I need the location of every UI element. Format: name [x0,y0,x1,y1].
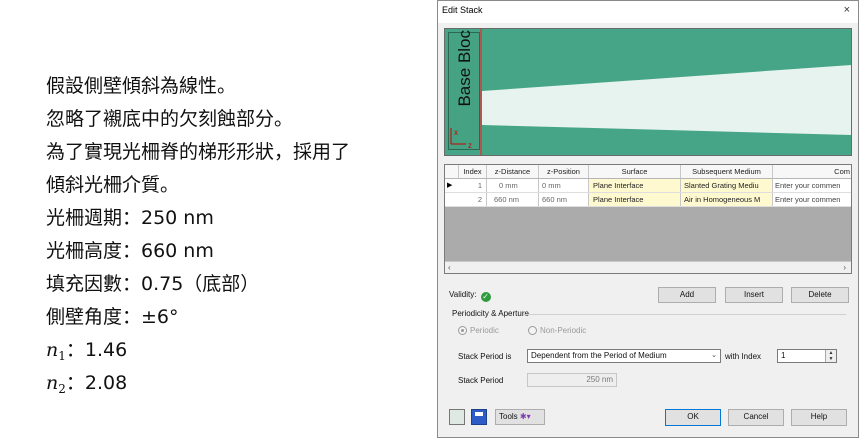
cell-index[interactable]: 1 [459,179,487,192]
group-divider [524,314,846,315]
header-comment[interactable]: Com [773,165,851,178]
chevron-down-icon: ⌄ [711,352,717,359]
cell-surface[interactable]: Plane Interface [589,179,681,192]
horizontal-scrollbar[interactable]: ‹ › [445,261,851,273]
close-icon[interactable]: × [844,4,850,16]
stepper-arrows-icon[interactable]: ▲ ▼ [825,350,836,362]
with-index-stepper[interactable]: 1 ▲ ▼ [777,349,837,363]
with-index-label: with Index [725,352,762,361]
n1-subscript: 1 [58,349,66,363]
text-line: 光柵高度：660 nm [46,240,214,262]
stack-preview: Base Block x z [444,28,852,156]
header-subsequent-medium[interactable]: Subsequent Medium [681,165,773,178]
tools-dropdown[interactable]: Tools ✱▾ [495,409,545,425]
title-bar[interactable]: Edit Stack × [438,1,858,23]
table-row[interactable]: ▶ 1 0 mm 0 mm Plane Interface Slanted Gr… [445,179,851,193]
with-index-value: 1 [781,351,786,360]
periodicity-group-title: Periodicity & Aperture [452,309,529,318]
description-text: 假設側壁傾斜為線性。 忽略了襯底中的欠刻蝕部分。 為了實現光柵脊的梯形形狀，採用… [46,70,426,400]
n1-value: ：1.46 [65,339,128,361]
validity-label: Validity: [449,290,477,299]
header-surface[interactable]: Surface [589,165,681,178]
validity-indicator: Validity: ✓ [449,290,491,302]
text-line: 填充因數：0.75（底部） [46,273,260,295]
stack-table: Index z-Distance z-Position Surface Subs… [444,164,852,274]
header-index[interactable]: Index [459,165,487,178]
text-line: 忽略了襯底中的欠刻蝕部分。 [46,108,294,130]
header-z-position[interactable]: z-Position [539,165,589,178]
ok-button[interactable]: OK [665,409,721,426]
text-line: 假設側壁傾斜為線性。 [46,75,237,97]
stack-period-value: Dependent from the Period of Medium [531,351,667,360]
n1-line: n1：1.46 [46,334,426,367]
header-z-distance[interactable]: z-Distance [487,165,539,178]
radio-dot-icon [458,326,467,335]
axis-x-label: x [454,128,458,137]
n2-symbol: n [46,372,59,394]
scroll-left-icon[interactable]: ‹ [448,262,451,273]
text-line: 光柵週期：250 nm [46,207,214,229]
radio-nonperiodic-label: Non-Periodic [540,326,587,335]
stack-period-label: Stack Period is [458,352,512,361]
base-block-label: Base Block [455,28,474,107]
delete-button[interactable]: Delete [791,287,849,303]
cancel-button[interactable]: Cancel [728,409,784,426]
3d-view-icon[interactable] [449,409,465,425]
n2-line: n2：2.08 [46,367,426,400]
insert-button[interactable]: Insert [725,287,783,303]
scroll-right-icon[interactable]: › [843,262,846,273]
edit-stack-dialog: Edit Stack × Base Block x z Index z-Dist… [437,0,859,438]
slanted-medium-region [482,65,851,135]
add-button[interactable]: Add [658,287,716,303]
cell-z-position[interactable]: 0 mm [539,179,589,192]
n2-subscript: 2 [58,382,66,396]
table-header: Index z-Distance z-Position Surface Subs… [445,165,851,179]
radio-non-periodic[interactable]: Non-Periodic [528,326,586,335]
cell-surface[interactable]: Plane Interface [589,193,681,206]
text-line: 為了實現光柵脊的梯形形狀，採用了 [46,141,351,163]
save-icon[interactable] [471,409,487,425]
dialog-title: Edit Stack [442,5,483,15]
n2-value: ：2.08 [65,372,128,394]
cell-medium[interactable]: Air in Homogeneous M [681,193,773,206]
tools-label: Tools [499,412,518,421]
stack-period-select[interactable]: Dependent from the Period of Medium ⌄ [527,349,721,363]
stack-period-field: 250 nm [527,373,617,387]
row-pointer-icon: ▶ [447,182,453,189]
cell-z-position[interactable]: 660 nm [539,193,589,206]
help-button[interactable]: Help [791,409,847,426]
check-icon: ✓ [480,292,491,302]
grating-profile [480,29,851,155]
text-line: 側壁角度：±6° [46,306,179,328]
header-pointer [445,165,459,178]
tools-icon: ✱▾ [519,412,531,421]
cell-medium[interactable]: Slanted Grating Mediu [681,179,773,192]
text-line: 傾斜光柵介質。 [46,174,180,196]
cell-z-distance[interactable]: 0 mm [487,179,539,192]
cell-z-distance[interactable]: 660 nm [487,193,539,206]
cell-index[interactable]: 2 [459,193,487,206]
radio-dot-icon [528,326,537,335]
cell-comment[interactable]: Enter your commen [773,193,851,206]
radio-periodic[interactable]: Periodic [458,326,499,335]
radio-periodic-label: Periodic [470,326,499,335]
stack-period-field-label: Stack Period [458,376,504,385]
table-row[interactable]: 2 660 nm 660 nm Plane Interface Air in H… [445,193,851,207]
cell-comment[interactable]: Enter your commen [773,179,851,192]
axis-z-label: z [468,141,472,150]
n1-symbol: n [46,339,59,361]
